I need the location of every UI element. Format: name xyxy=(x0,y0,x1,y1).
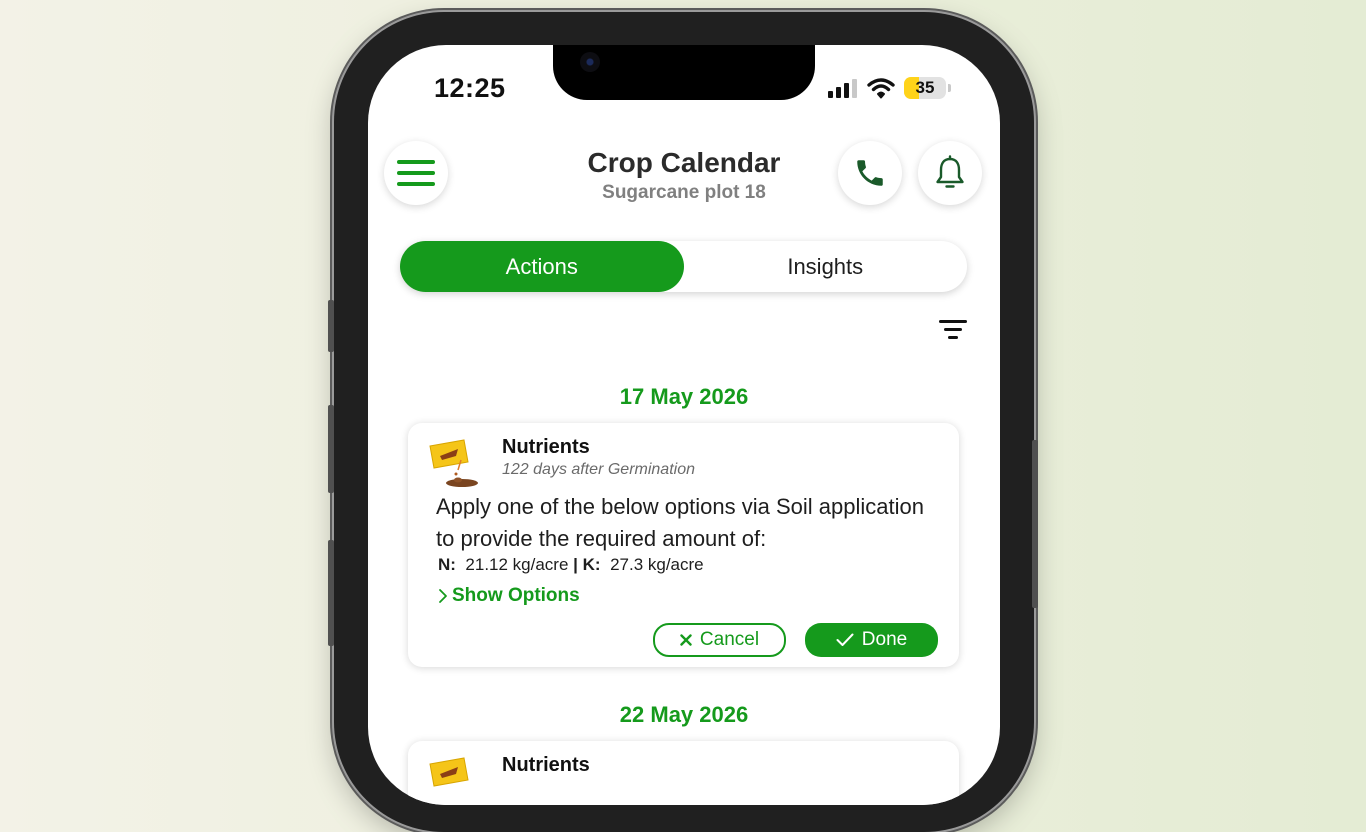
potassium-label: K: xyxy=(582,555,601,574)
menu-button[interactable] xyxy=(384,141,448,205)
nutrient-amounts: N: 21.12 kg/acre | K: 27.3 kg/acre xyxy=(438,555,704,575)
cancel-label: Cancel xyxy=(699,629,760,650)
view-tabs: Actions Insights xyxy=(400,241,967,292)
page-subtitle: Sugarcane plot 18 xyxy=(602,182,766,203)
chevron-right-icon xyxy=(439,589,447,603)
date-heading: 17 May 2026 xyxy=(619,384,749,409)
task-card: Nutrients xyxy=(408,741,959,805)
cellular-signal-icon xyxy=(828,79,857,98)
bell-icon xyxy=(936,155,964,188)
side-button-volume-down xyxy=(328,540,334,646)
show-options-link[interactable]: Show Options xyxy=(438,585,580,607)
potassium-value: 27.3 kg/acre xyxy=(610,555,704,574)
done-button[interactable]: Done xyxy=(805,623,938,657)
notifications-button[interactable] xyxy=(918,141,982,205)
wifi-icon xyxy=(867,78,895,99)
checkmark-icon xyxy=(836,633,854,646)
filter-icon[interactable] xyxy=(938,317,968,343)
side-button-power xyxy=(1032,440,1038,608)
side-button-mute xyxy=(328,300,334,352)
call-button[interactable] xyxy=(838,141,902,205)
card-instructions: Apply one of the below options via Soil … xyxy=(436,494,924,551)
fertilizer-bag-icon xyxy=(429,439,478,487)
date-heading: 22 May 2026 xyxy=(619,702,749,727)
battery-icon: 35 xyxy=(904,77,946,99)
card-title: Nutrients xyxy=(502,754,590,776)
fertilizer-bag-icon xyxy=(429,757,469,787)
status-time: 12:25 xyxy=(434,73,506,103)
separator: | xyxy=(573,555,578,574)
page-title: Crop Calendar xyxy=(587,147,781,178)
nitrogen-value: 21.12 kg/acre xyxy=(465,555,569,574)
cancel-button[interactable]: Cancel xyxy=(653,623,786,657)
card-subtitle: 122 days after Germination xyxy=(502,461,695,478)
battery-percent: 35 xyxy=(915,78,935,97)
phone-icon xyxy=(857,160,883,186)
card-title: Nutrients xyxy=(502,436,590,458)
done-label: Done xyxy=(861,629,908,650)
task-card: Nutrients 122 days after Germination App… xyxy=(408,423,959,667)
tab-insights[interactable]: Insights xyxy=(684,241,968,292)
show-options-label: Show Options xyxy=(452,585,580,606)
battery-tip xyxy=(948,84,951,92)
hamburger-menu-icon xyxy=(397,160,435,186)
notch xyxy=(553,45,815,100)
camera-icon xyxy=(580,52,600,72)
nitrogen-label: N: xyxy=(438,555,456,574)
tab-actions[interactable]: Actions xyxy=(400,241,684,292)
status-indicators: 35 xyxy=(828,75,951,101)
phone-screen: 12:25 35 Crop Calendar Sugarcane plot 18 xyxy=(368,45,1000,805)
close-icon xyxy=(680,634,692,646)
side-button-volume-up xyxy=(328,405,334,493)
